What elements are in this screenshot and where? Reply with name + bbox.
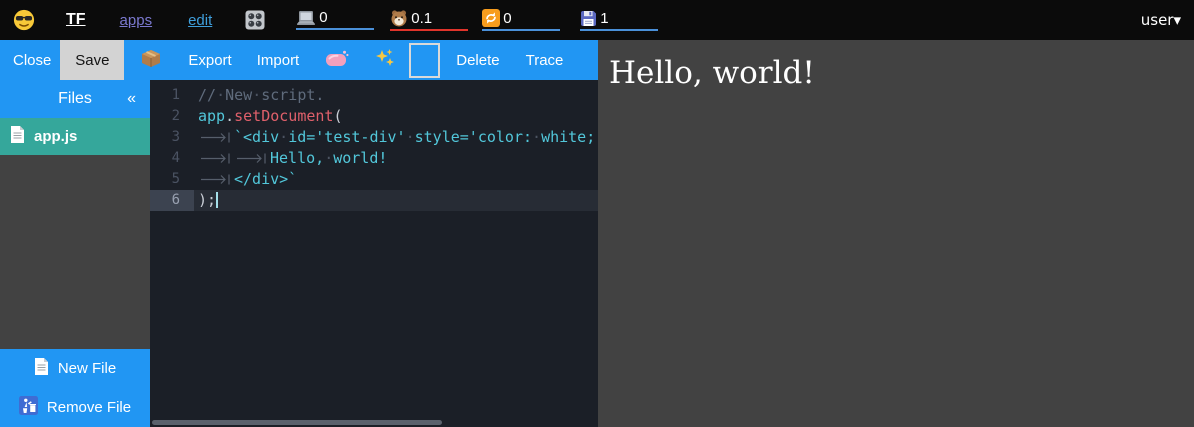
app-root: TF apps edit 0 xyxy=(0,0,1194,427)
code-line[interactable]: 3`<div·id='test-div'·style='color:·white… xyxy=(150,127,598,148)
line-number: 6 xyxy=(150,190,194,211)
code-line-text: `<div·id='test-div'·style='color:·white;… xyxy=(194,127,598,148)
line-number: 4 xyxy=(150,148,194,169)
line-number: 3 xyxy=(150,127,194,148)
litter-bin-icon xyxy=(19,396,38,419)
sidebar-actions: New File Remove File xyxy=(0,349,150,427)
new-file-button[interactable]: New File xyxy=(0,349,150,388)
new-file-label: New File xyxy=(58,360,116,377)
line-number: 1 xyxy=(150,85,194,106)
horizontal-scrollbar[interactable] xyxy=(150,418,598,427)
code-line[interactable]: 2app.setDocument( xyxy=(150,106,598,127)
soap-icon[interactable] xyxy=(325,49,349,72)
close-button[interactable]: Close xyxy=(13,52,51,69)
file-item-appjs[interactable]: app.js xyxy=(0,118,150,155)
stat-hamster-field[interactable]: 0.1 xyxy=(390,9,468,31)
empty-box-button[interactable] xyxy=(409,43,440,78)
hamster-icon xyxy=(390,9,408,27)
line-number: 5 xyxy=(150,169,194,190)
code-lines: 1//·New·script.2app.setDocument(3`<div·i… xyxy=(150,80,598,211)
scrollbar-thumb[interactable] xyxy=(152,420,442,425)
new-file-icon xyxy=(34,357,49,380)
stat-value: 0 xyxy=(319,10,327,25)
toolbar: Close Save Export Import xyxy=(0,40,598,80)
code-line[interactable]: 5</div>` xyxy=(150,169,598,190)
stat-refresh-field[interactable]: 0 xyxy=(482,9,560,31)
floppy-disk-icon xyxy=(580,10,597,27)
collapse-sidebar-button[interactable]: « xyxy=(127,90,136,108)
code-line[interactable]: 4Hello,·world! xyxy=(150,148,598,169)
stat-value: 1 xyxy=(600,11,608,26)
preview-pane: Hello, world! xyxy=(598,40,1194,427)
file-icon xyxy=(10,125,25,148)
files-sidebar: Files « app.js xyxy=(0,80,150,427)
package-icon[interactable] xyxy=(140,47,162,73)
stat-value: 0.1 xyxy=(411,11,432,26)
files-title: Files xyxy=(58,90,92,108)
preview-text: Hello, world! xyxy=(609,55,1194,91)
laptop-icon xyxy=(296,10,316,26)
code-editor[interactable]: 1//·New·script.2app.setDocument(3`<div·i… xyxy=(150,80,598,427)
import-button[interactable]: Import xyxy=(257,52,300,69)
stat-cpu-field[interactable]: 0 xyxy=(296,10,374,30)
code-line-text: app.setDocument( xyxy=(194,106,343,127)
code-line-text: ); xyxy=(194,190,218,211)
text-cursor xyxy=(216,192,218,208)
stat-value: 0 xyxy=(503,11,511,26)
sunglasses-face-icon[interactable] xyxy=(13,9,35,31)
remove-file-label: Remove File xyxy=(47,399,131,416)
code-line[interactable]: 6); xyxy=(150,190,598,211)
delete-button[interactable]: Delete xyxy=(456,52,499,69)
refresh-icon xyxy=(482,9,500,27)
line-number: 2 xyxy=(150,106,194,127)
brand-link[interactable]: TF xyxy=(66,11,86,29)
edit-link[interactable]: edit xyxy=(188,12,212,29)
export-button[interactable]: Export xyxy=(188,52,231,69)
files-header: Files « xyxy=(0,80,150,118)
control-knobs-icon[interactable] xyxy=(245,10,265,30)
stat-storage-field[interactable]: 1 xyxy=(580,10,658,31)
remove-file-button[interactable]: Remove File xyxy=(0,388,150,427)
code-line-text: //·New·script. xyxy=(194,85,324,106)
user-menu[interactable]: user▾ xyxy=(1141,11,1181,29)
trace-button[interactable]: Trace xyxy=(526,52,564,69)
apps-link[interactable]: apps xyxy=(120,12,153,29)
save-button[interactable]: Save xyxy=(60,40,124,80)
file-name: app.js xyxy=(34,128,77,145)
code-line-text: Hello,·world! xyxy=(194,148,387,169)
sidebar-spacer xyxy=(0,155,150,349)
topbar: TF apps edit 0 xyxy=(0,0,1194,40)
code-line-text: </div>` xyxy=(194,169,297,190)
code-line[interactable]: 1//·New·script. xyxy=(150,85,598,106)
sparkles-icon[interactable] xyxy=(375,48,395,72)
